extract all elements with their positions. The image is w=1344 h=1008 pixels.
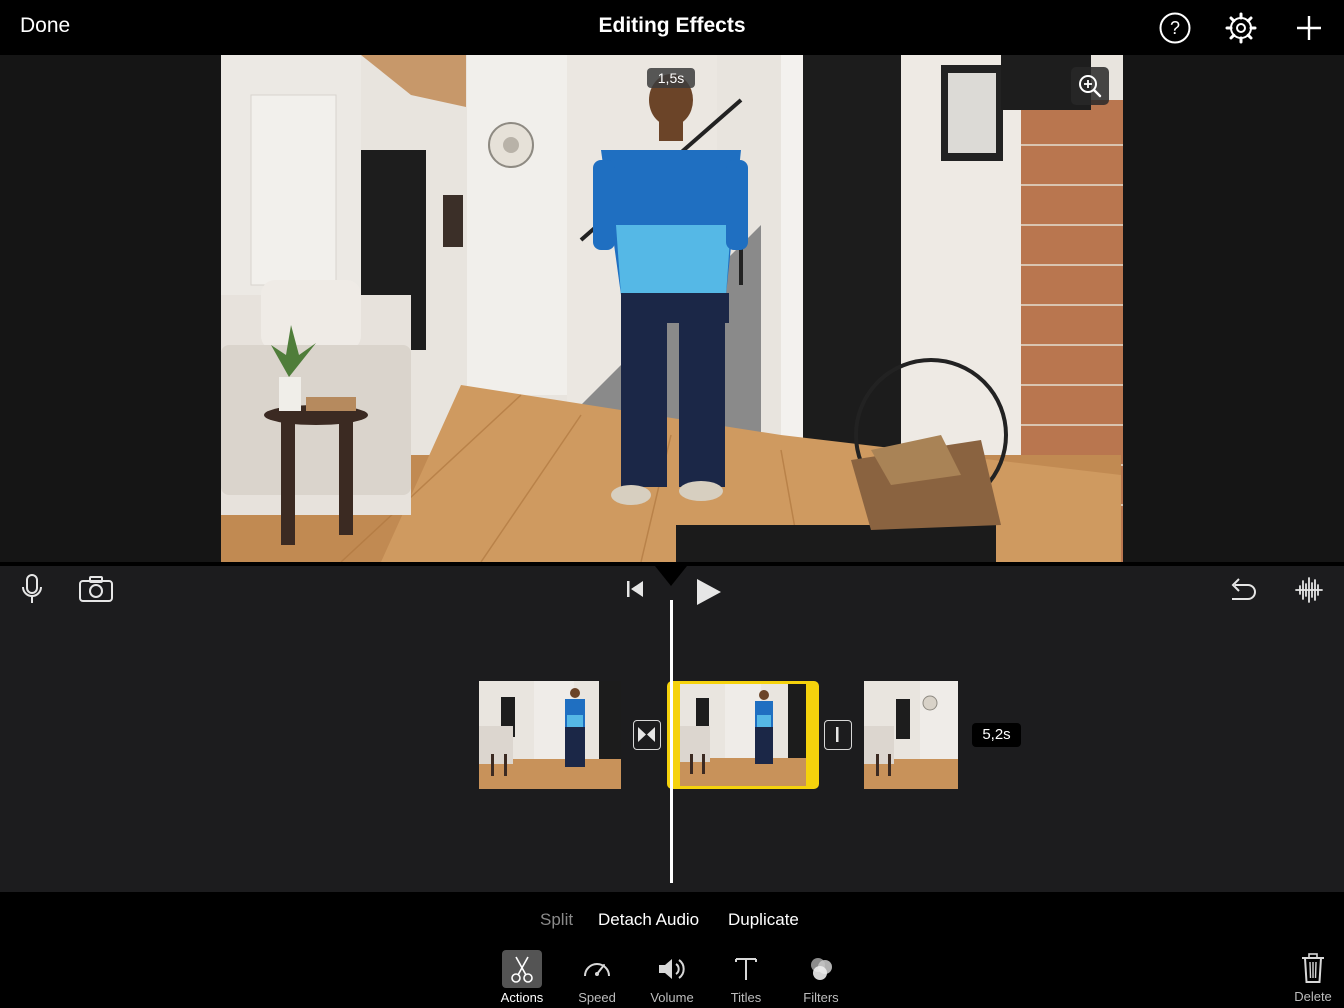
- text-t-icon: [726, 950, 766, 988]
- page-title: Editing Effects: [598, 14, 746, 37]
- tool-titles[interactable]: Titles: [714, 950, 778, 1006]
- timeline-clip-selected[interactable]: [667, 681, 819, 789]
- tool-actions[interactable]: Actions: [490, 950, 554, 1006]
- undo-icon[interactable]: [1226, 575, 1258, 610]
- tool-speed[interactable]: Speed: [565, 950, 629, 1006]
- playhead-notch: [655, 566, 687, 586]
- video-preview[interactable]: [221, 55, 1123, 562]
- zoom-in-icon[interactable]: [1071, 67, 1109, 105]
- microphone-icon[interactable]: [20, 573, 44, 610]
- tool-label: Delete: [1294, 989, 1332, 1004]
- transition-button-none[interactable]: [824, 720, 852, 750]
- transition-button[interactable]: [633, 720, 661, 750]
- play-icon[interactable]: [695, 577, 723, 612]
- timeline-clip[interactable]: [864, 681, 958, 789]
- speaker-icon: [652, 950, 692, 988]
- video-viewer: 1,5s: [0, 55, 1344, 562]
- tool-label: Speed: [578, 990, 616, 1005]
- filters-circles-icon: [801, 950, 841, 988]
- help-icon[interactable]: ?: [1158, 11, 1192, 45]
- speedometer-icon: [577, 950, 617, 988]
- done-button[interactable]: Done: [20, 14, 70, 38]
- playhead-line[interactable]: [670, 600, 673, 883]
- top-toolbar: Done Editing Effects ?: [0, 0, 1344, 55]
- detach-audio-button[interactable]: Detach Audio: [598, 910, 699, 930]
- trash-icon: [1286, 952, 1340, 989]
- tool-volume[interactable]: Volume: [640, 950, 704, 1006]
- timeline-clip[interactable]: [479, 681, 621, 789]
- settings-gear-icon[interactable]: [1224, 11, 1258, 45]
- add-plus-icon[interactable]: [1292, 11, 1326, 45]
- playhead-time-badge: 1,5s: [647, 68, 695, 88]
- audio-waveform-icon[interactable]: [1294, 575, 1324, 610]
- skip-to-start-icon[interactable]: [624, 578, 646, 605]
- delete-button[interactable]: Delete: [1286, 952, 1340, 1006]
- duplicate-button[interactable]: Duplicate: [728, 910, 799, 930]
- tool-label: Filters: [803, 990, 839, 1005]
- camera-icon[interactable]: [78, 575, 114, 608]
- tool-label: Titles: [730, 990, 762, 1005]
- tool-label: Actions: [500, 990, 544, 1005]
- svg-text:?: ?: [1170, 18, 1180, 38]
- split-button[interactable]: Split: [540, 910, 573, 930]
- tool-label: Volume: [650, 990, 694, 1005]
- clip-duration-badge: 5,2s: [972, 723, 1021, 747]
- tool-filters[interactable]: Filters: [789, 950, 853, 1006]
- scissors-icon: [502, 950, 542, 988]
